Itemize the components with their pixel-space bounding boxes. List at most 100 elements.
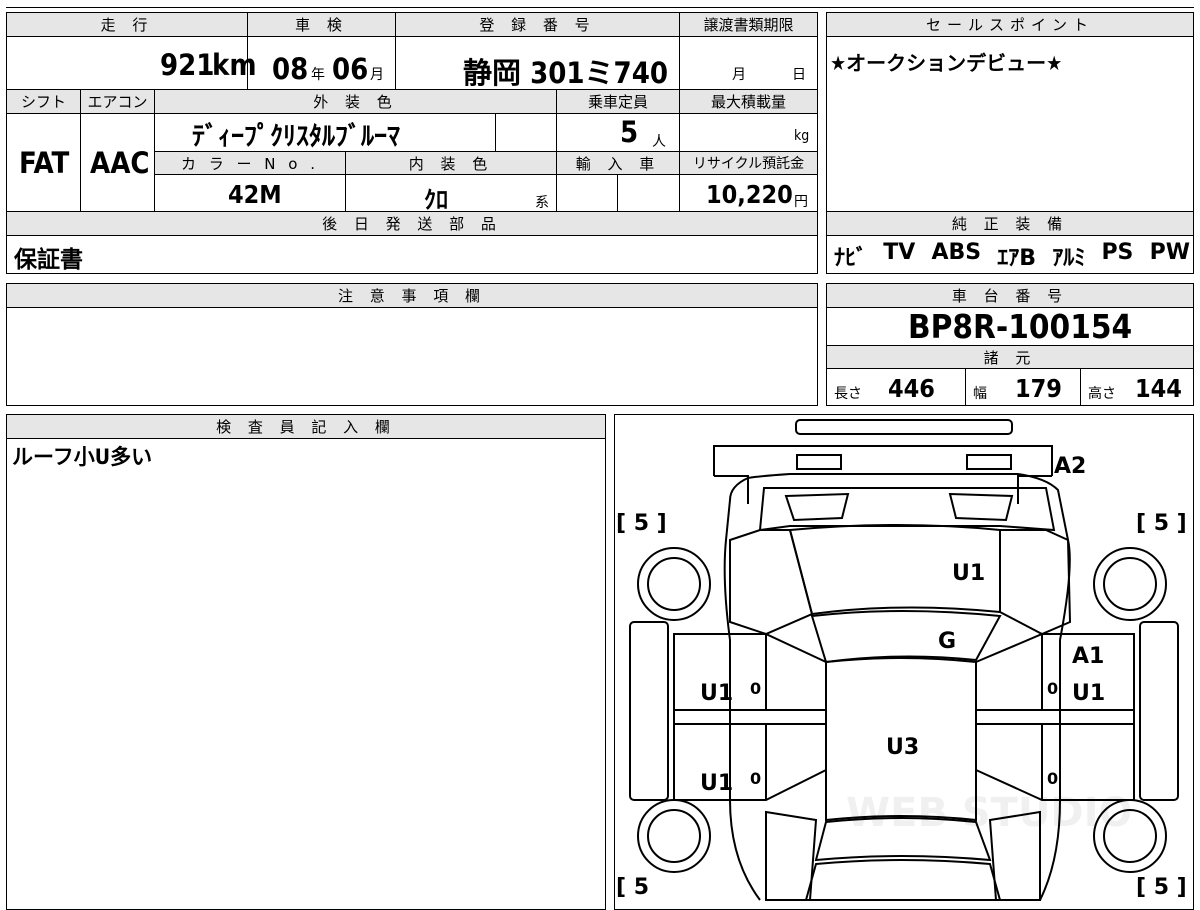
recycle-fee-value: 10,220 (706, 180, 793, 209)
damage-glass: G (938, 629, 956, 654)
shaken-month: 06 (332, 52, 369, 86)
tire-label-rear-left: [ 5 ] (616, 511, 667, 536)
damage-roof: U1 (952, 561, 985, 586)
later-parts-header: 後 日 発 送 部 品 (6, 211, 818, 236)
damage-center: U3 (886, 735, 919, 760)
shift-value: FAT (19, 146, 70, 180)
import-cell-a (556, 174, 618, 212)
later-parts-value: 保証書 (14, 247, 83, 273)
mark-left-rear: 0 (750, 769, 761, 788)
max-load-header: 最大積載量 (679, 89, 818, 114)
tire-label-front-right: [ 5 ] (1136, 875, 1187, 900)
mark-right-front: 0 (1047, 679, 1058, 698)
car-diagram: [ 5 ] [ 5 ] [ 5 [ 5 ] A2 U1 G A1 U1 U1 U… (616, 419, 1187, 901)
equipment-item: PW (1149, 240, 1190, 265)
front-bumper (804, 859, 1002, 901)
equipment-item: ｱﾙﾐ (1052, 246, 1086, 271)
watermark: WEB STUDIO (846, 790, 1133, 836)
right-front-door (975, 633, 1135, 711)
registration-value: 静岡 301ミ740 (463, 56, 668, 90)
recycle-fee-unit: 円 (794, 194, 808, 210)
exterior-color-value: ﾃﾞｨｰﾌﾟｸﾘｽﾀﾙﾌﾞﾙｰﾏ (192, 122, 401, 152)
damage-right-front-door: U1 (1072, 681, 1105, 706)
import-header: 輸 入 車 (556, 151, 680, 175)
right-rear-quarter (999, 529, 1072, 636)
damage-left-front-door: U1 (700, 681, 733, 706)
damage-right-front: A1 (1072, 644, 1104, 669)
body-outline (723, 473, 1071, 901)
interior-color-header: 内 装 色 (345, 151, 557, 175)
width-value: 179 (1015, 374, 1062, 403)
equipment-item: ﾅﾋﾞ (834, 246, 868, 271)
equipment-item: PS (1101, 240, 1134, 265)
left-sill (673, 709, 827, 725)
transfer-deadline-header: 譲渡書類期限 (679, 12, 818, 37)
left-rear-quarter (729, 529, 814, 636)
right-sill (975, 709, 1135, 725)
rear-vent-right (948, 492, 1014, 522)
chassis-header: 車 台 番 号 (826, 283, 1194, 308)
inspector-header: 検 査 員 記 入 欄 (6, 414, 606, 439)
spec-header: 諸 元 (826, 345, 1194, 369)
equipment-item: ｴｱB (997, 246, 1037, 271)
right-rear-door (975, 723, 1135, 801)
height-label: 高さ (1088, 386, 1116, 402)
height-value: 144 (1135, 374, 1182, 403)
rear-window (758, 487, 1056, 532)
interior-color-value: ｸﾛ (424, 186, 448, 214)
aircon-header: エアコン (80, 89, 155, 114)
shaken-year: 08 (272, 52, 309, 86)
equipment-item: ABS (931, 240, 982, 265)
rear-vent-left (784, 492, 850, 522)
left-front-quarter (765, 810, 818, 901)
recycle-fee-header: リサイクル預託金 (679, 151, 818, 175)
shaken-year-unit: 年 (311, 67, 325, 83)
top-strip (6, 0, 1194, 8)
left-front-fender (629, 621, 669, 801)
damage-left-rear-door: U1 (700, 771, 733, 796)
equipment-item: TV (883, 240, 916, 265)
shaken-header: 車 検 (247, 12, 396, 37)
mileage-header: 走 行 (6, 12, 248, 37)
aircon-value: AAC (90, 146, 150, 180)
registration-header: 登 録 番 号 (395, 12, 680, 37)
color-no-value: 42M (228, 180, 282, 209)
damage-rear-bumper: A2 (1054, 454, 1086, 479)
windshield (810, 610, 1002, 664)
rear-light-left (796, 454, 842, 470)
capacity-value: 5 (620, 115, 639, 149)
max-load-unit: kg (794, 128, 810, 144)
length-label: 長さ (834, 386, 862, 402)
exterior-color-extra (495, 113, 557, 152)
mark-right-rear: 0 (1047, 769, 1058, 788)
sales-point-text: ★オークションデビュー★ (830, 51, 1063, 75)
length-value: 446 (888, 374, 935, 403)
interior-color-unit: 系 (535, 195, 549, 211)
car-diagram-box: [ 5 ] [ 5 ] [ 5 [ 5 ] A2 U1 G A1 U1 U1 U… (614, 414, 1194, 910)
chassis-number: BP8R-100154 (908, 307, 1133, 346)
import-cell-b (617, 174, 680, 212)
left-rear-door (673, 723, 827, 801)
left-front-door (673, 633, 827, 711)
inspector-box (6, 414, 606, 910)
equipment-list: ﾅﾋﾞ TV ABS ｴｱB ｱﾙﾐ PS PW (834, 240, 1190, 271)
tire-label-rear-right: [ 5 ] (1136, 511, 1187, 536)
rear-light-right (966, 454, 1012, 470)
inspector-text: ルーフ小U多い (12, 445, 153, 469)
shaken-month-unit: 月 (370, 67, 384, 83)
capacity-header: 乗車定員 (556, 89, 680, 114)
mileage-value: 921 (160, 48, 215, 82)
equipment-header: 純 正 装 備 (826, 211, 1194, 236)
notes-header: 注 意 事 項 欄 (6, 283, 818, 308)
mark-left-front: 0 (750, 679, 761, 698)
tire-label-front-left: [ 5 (616, 875, 649, 900)
shift-header: シフト (6, 89, 81, 114)
exterior-color-header: 外 装 色 (154, 89, 557, 114)
capacity-unit: 人 (652, 134, 666, 150)
color-no-header: カ ラ ー N o . (154, 151, 346, 175)
transfer-month-unit: 月 (732, 67, 746, 83)
transfer-day-unit: 日 (792, 67, 806, 83)
width-label: 幅 (973, 386, 987, 402)
interior-color-cell (345, 174, 557, 212)
right-front-fender (1139, 621, 1179, 801)
